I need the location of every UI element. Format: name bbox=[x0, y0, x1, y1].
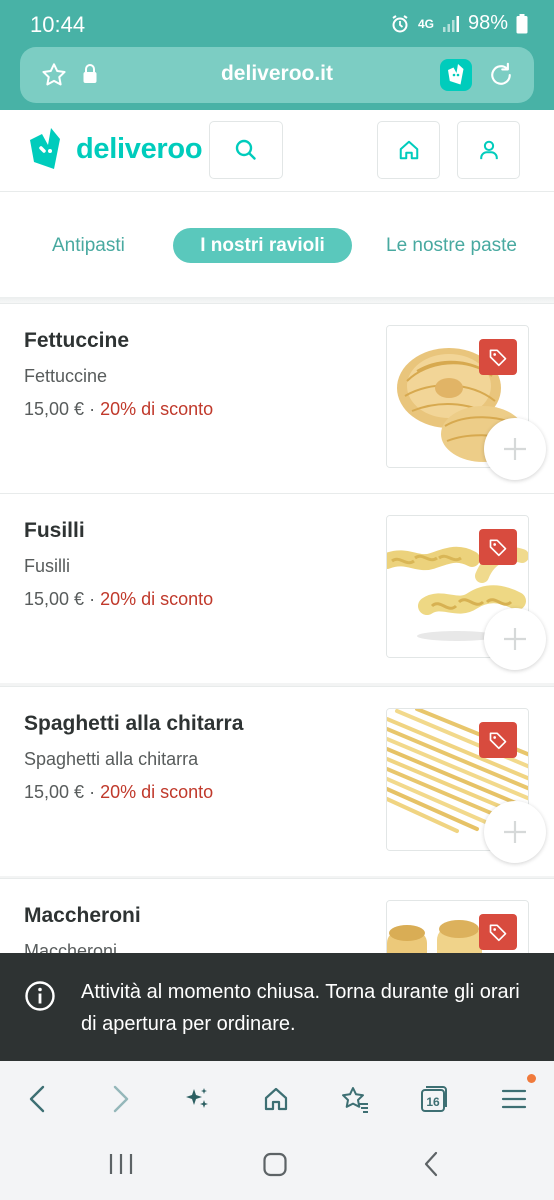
closed-banner: Attività al momento chiusa. Torna durant… bbox=[0, 953, 554, 1061]
system-home-button[interactable] bbox=[262, 1149, 288, 1184]
item-price: 15,00 € bbox=[24, 399, 85, 419]
item-discount: 20% di sconto bbox=[100, 399, 214, 419]
system-back-icon bbox=[424, 1151, 438, 1177]
item-price: 15,00 € bbox=[24, 782, 85, 802]
search-button[interactable] bbox=[209, 121, 283, 179]
price-separator: · bbox=[84, 589, 101, 609]
deliveroo-logo-icon bbox=[30, 128, 60, 169]
browser-toolbar: 16 bbox=[0, 1061, 554, 1133]
tag-icon bbox=[489, 924, 507, 942]
item-name: Fettuccine bbox=[24, 329, 130, 352]
tag-icon bbox=[489, 732, 507, 750]
menu-button[interactable] bbox=[494, 1079, 534, 1119]
battery-icon bbox=[516, 13, 528, 34]
item-description: Spaghetti alla chitarra bbox=[24, 749, 199, 769]
item-name: Fusilli bbox=[24, 519, 85, 542]
system-navigation bbox=[0, 1133, 554, 1200]
item-description: Maccheroni bbox=[24, 941, 118, 953]
bookmarks-button[interactable] bbox=[335, 1079, 375, 1119]
info-icon bbox=[24, 980, 56, 1017]
recent-apps-button[interactable] bbox=[108, 1149, 134, 1184]
search-icon bbox=[235, 139, 256, 160]
item-price-row: 15,00 € · 20% di sconto bbox=[24, 589, 213, 610]
product-list: Fettuccine Fettuccine 15,00 € · 20% di s… bbox=[0, 303, 554, 953]
sparkle-icon bbox=[186, 1088, 208, 1108]
back-button[interactable] bbox=[18, 1079, 58, 1119]
item-discount: 20% di sconto bbox=[100, 782, 214, 802]
banner-message: Attività al momento chiusa. Torna durant… bbox=[81, 981, 520, 1035]
signal-icon bbox=[442, 15, 460, 33]
add-button[interactable] bbox=[484, 801, 546, 863]
discount-tag-badge bbox=[479, 722, 517, 758]
item-price-row: 15,00 € · 20% di sconto bbox=[24, 399, 213, 420]
tag-icon bbox=[489, 539, 507, 557]
status-bar: 10:44 4G 98% bbox=[0, 0, 554, 50]
logo-text: deliveroo bbox=[76, 132, 203, 165]
alarm-icon bbox=[390, 14, 410, 34]
forward-button[interactable] bbox=[100, 1079, 140, 1119]
discount-tag-badge bbox=[479, 914, 517, 950]
url-bar[interactable]: deliveroo.it bbox=[20, 47, 534, 103]
item-description: Fettuccine bbox=[24, 366, 108, 386]
plus-icon bbox=[504, 628, 526, 650]
recent-apps-icon bbox=[109, 1154, 133, 1174]
deliveroo-logo[interactable]: deliveroo bbox=[24, 126, 203, 172]
home-button[interactable] bbox=[377, 121, 440, 179]
back-arrow-icon bbox=[29, 1085, 45, 1113]
hamburger-menu-icon bbox=[501, 1089, 527, 1109]
item-discount: 20% di sconto bbox=[100, 589, 214, 609]
list-item[interactable]: Spaghetti alla chitarra Spaghetti alla c… bbox=[0, 686, 554, 876]
tab-count: 16 bbox=[426, 1095, 440, 1109]
discount-tag-badge bbox=[479, 529, 517, 565]
battery-percent: 98% bbox=[467, 12, 508, 34]
category-tabs: Antipasti I nostri ravioli Le nostre pas… bbox=[0, 193, 554, 297]
bookmarks-star-icon bbox=[342, 1087, 368, 1113]
item-description: Fusilli bbox=[24, 556, 71, 576]
account-icon bbox=[479, 140, 498, 160]
tab-antipasti[interactable]: Antipasti bbox=[52, 228, 125, 263]
item-price: 15,00 € bbox=[24, 589, 85, 609]
home-icon bbox=[264, 1087, 288, 1111]
reload-icon[interactable] bbox=[486, 60, 516, 95]
discount-tag-badge bbox=[479, 339, 517, 375]
home-nav-button[interactable] bbox=[256, 1079, 296, 1119]
list-item[interactable]: Maccheroni Maccheroni bbox=[0, 878, 554, 953]
tabs-icon: 16 bbox=[421, 1086, 447, 1112]
status-icons: 4G 98% bbox=[390, 12, 528, 35]
network-icon: 4G bbox=[417, 16, 434, 31]
item-name: Spaghetti alla chitarra bbox=[24, 712, 244, 735]
forward-arrow-icon bbox=[113, 1085, 129, 1113]
list-item[interactable]: Fusilli Fusilli 15,00 € · 20% di sconto bbox=[0, 493, 554, 683]
tag-icon bbox=[489, 349, 507, 367]
system-home-icon bbox=[263, 1152, 287, 1177]
add-button[interactable] bbox=[484, 418, 546, 480]
plus-icon bbox=[504, 438, 526, 460]
list-item[interactable]: Fettuccine Fettuccine 15,00 € · 20% di s… bbox=[0, 303, 554, 493]
item-name: Maccheroni bbox=[24, 904, 141, 927]
browser-chrome: 10:44 4G 98% deliveroo.it bbox=[0, 0, 554, 110]
ai-sparkle-button[interactable] bbox=[177, 1079, 217, 1119]
system-back-button[interactable] bbox=[420, 1149, 442, 1184]
tab-nostre-paste[interactable]: Le nostre paste bbox=[386, 228, 517, 263]
add-button[interactable] bbox=[484, 608, 546, 670]
deliveroo-app-icon[interactable] bbox=[440, 59, 472, 91]
item-price-row: 15,00 € · 20% di sconto bbox=[24, 782, 213, 803]
tabs-button[interactable]: 16 bbox=[414, 1079, 454, 1119]
tab-nostri-ravioli[interactable]: I nostri ravioli bbox=[173, 228, 352, 263]
status-time: 10:44 bbox=[30, 12, 86, 37]
account-button[interactable] bbox=[457, 121, 520, 179]
plus-icon bbox=[504, 821, 526, 843]
price-separator: · bbox=[84, 399, 101, 419]
app-header: deliveroo bbox=[0, 110, 554, 192]
home-icon bbox=[399, 140, 418, 160]
price-separator: · bbox=[84, 782, 101, 802]
notification-dot bbox=[527, 1074, 536, 1083]
